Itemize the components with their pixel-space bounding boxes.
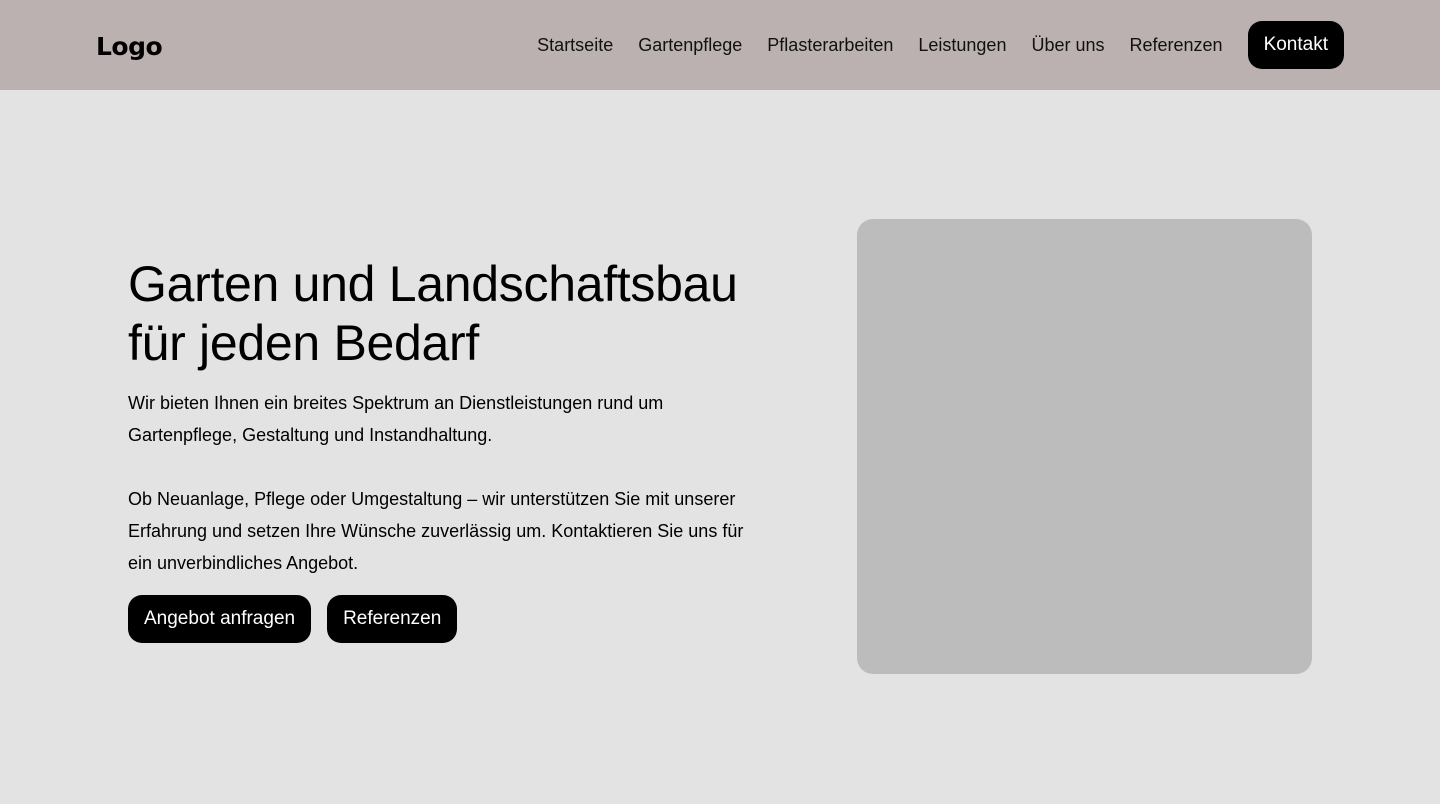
nav-link-referenzen[interactable]: Referenzen [1130, 35, 1223, 56]
contact-button[interactable]: Kontakt [1247, 21, 1344, 69]
site-header: Logo Startseite Gartenpflege Pflasterarb… [0, 0, 1440, 90]
references-button[interactable]: Referenzen [327, 595, 458, 643]
request-offer-button[interactable]: Angebot anfragen [128, 595, 312, 643]
nav-link-startseite[interactable]: Startseite [537, 35, 613, 56]
hero-buttons: Angebot anfragen Referenzen [128, 595, 778, 643]
hero-paragraph-1: Wir bieten Ihnen ein breites Spektrum an… [128, 393, 664, 445]
hero-section: Garten und Landschaftsbau für jeden Beda… [128, 255, 778, 643]
nav-link-leistungen[interactable]: Leistungen [918, 35, 1006, 56]
hero-title: Garten und Landschaftsbau für jeden Beda… [128, 255, 778, 373]
hero-title-line-2: für jeden Bedarf [128, 315, 479, 371]
hero-paragraph-2: Ob Neuanlage, Pflege oder Umgestaltung –… [128, 489, 744, 573]
hero-title-line-1: Garten und Landschaftsbau [128, 256, 738, 312]
main-nav: Startseite Gartenpflege Pflasterarbeiten… [537, 21, 1344, 69]
logo[interactable]: Logo [96, 32, 163, 61]
nav-link-pflasterarbeiten[interactable]: Pflasterarbeiten [767, 35, 893, 56]
hero-image-placeholder [857, 219, 1312, 674]
nav-link-ueber-uns[interactable]: Über uns [1031, 35, 1104, 56]
nav-link-gartenpflege[interactable]: Gartenpflege [638, 35, 742, 56]
